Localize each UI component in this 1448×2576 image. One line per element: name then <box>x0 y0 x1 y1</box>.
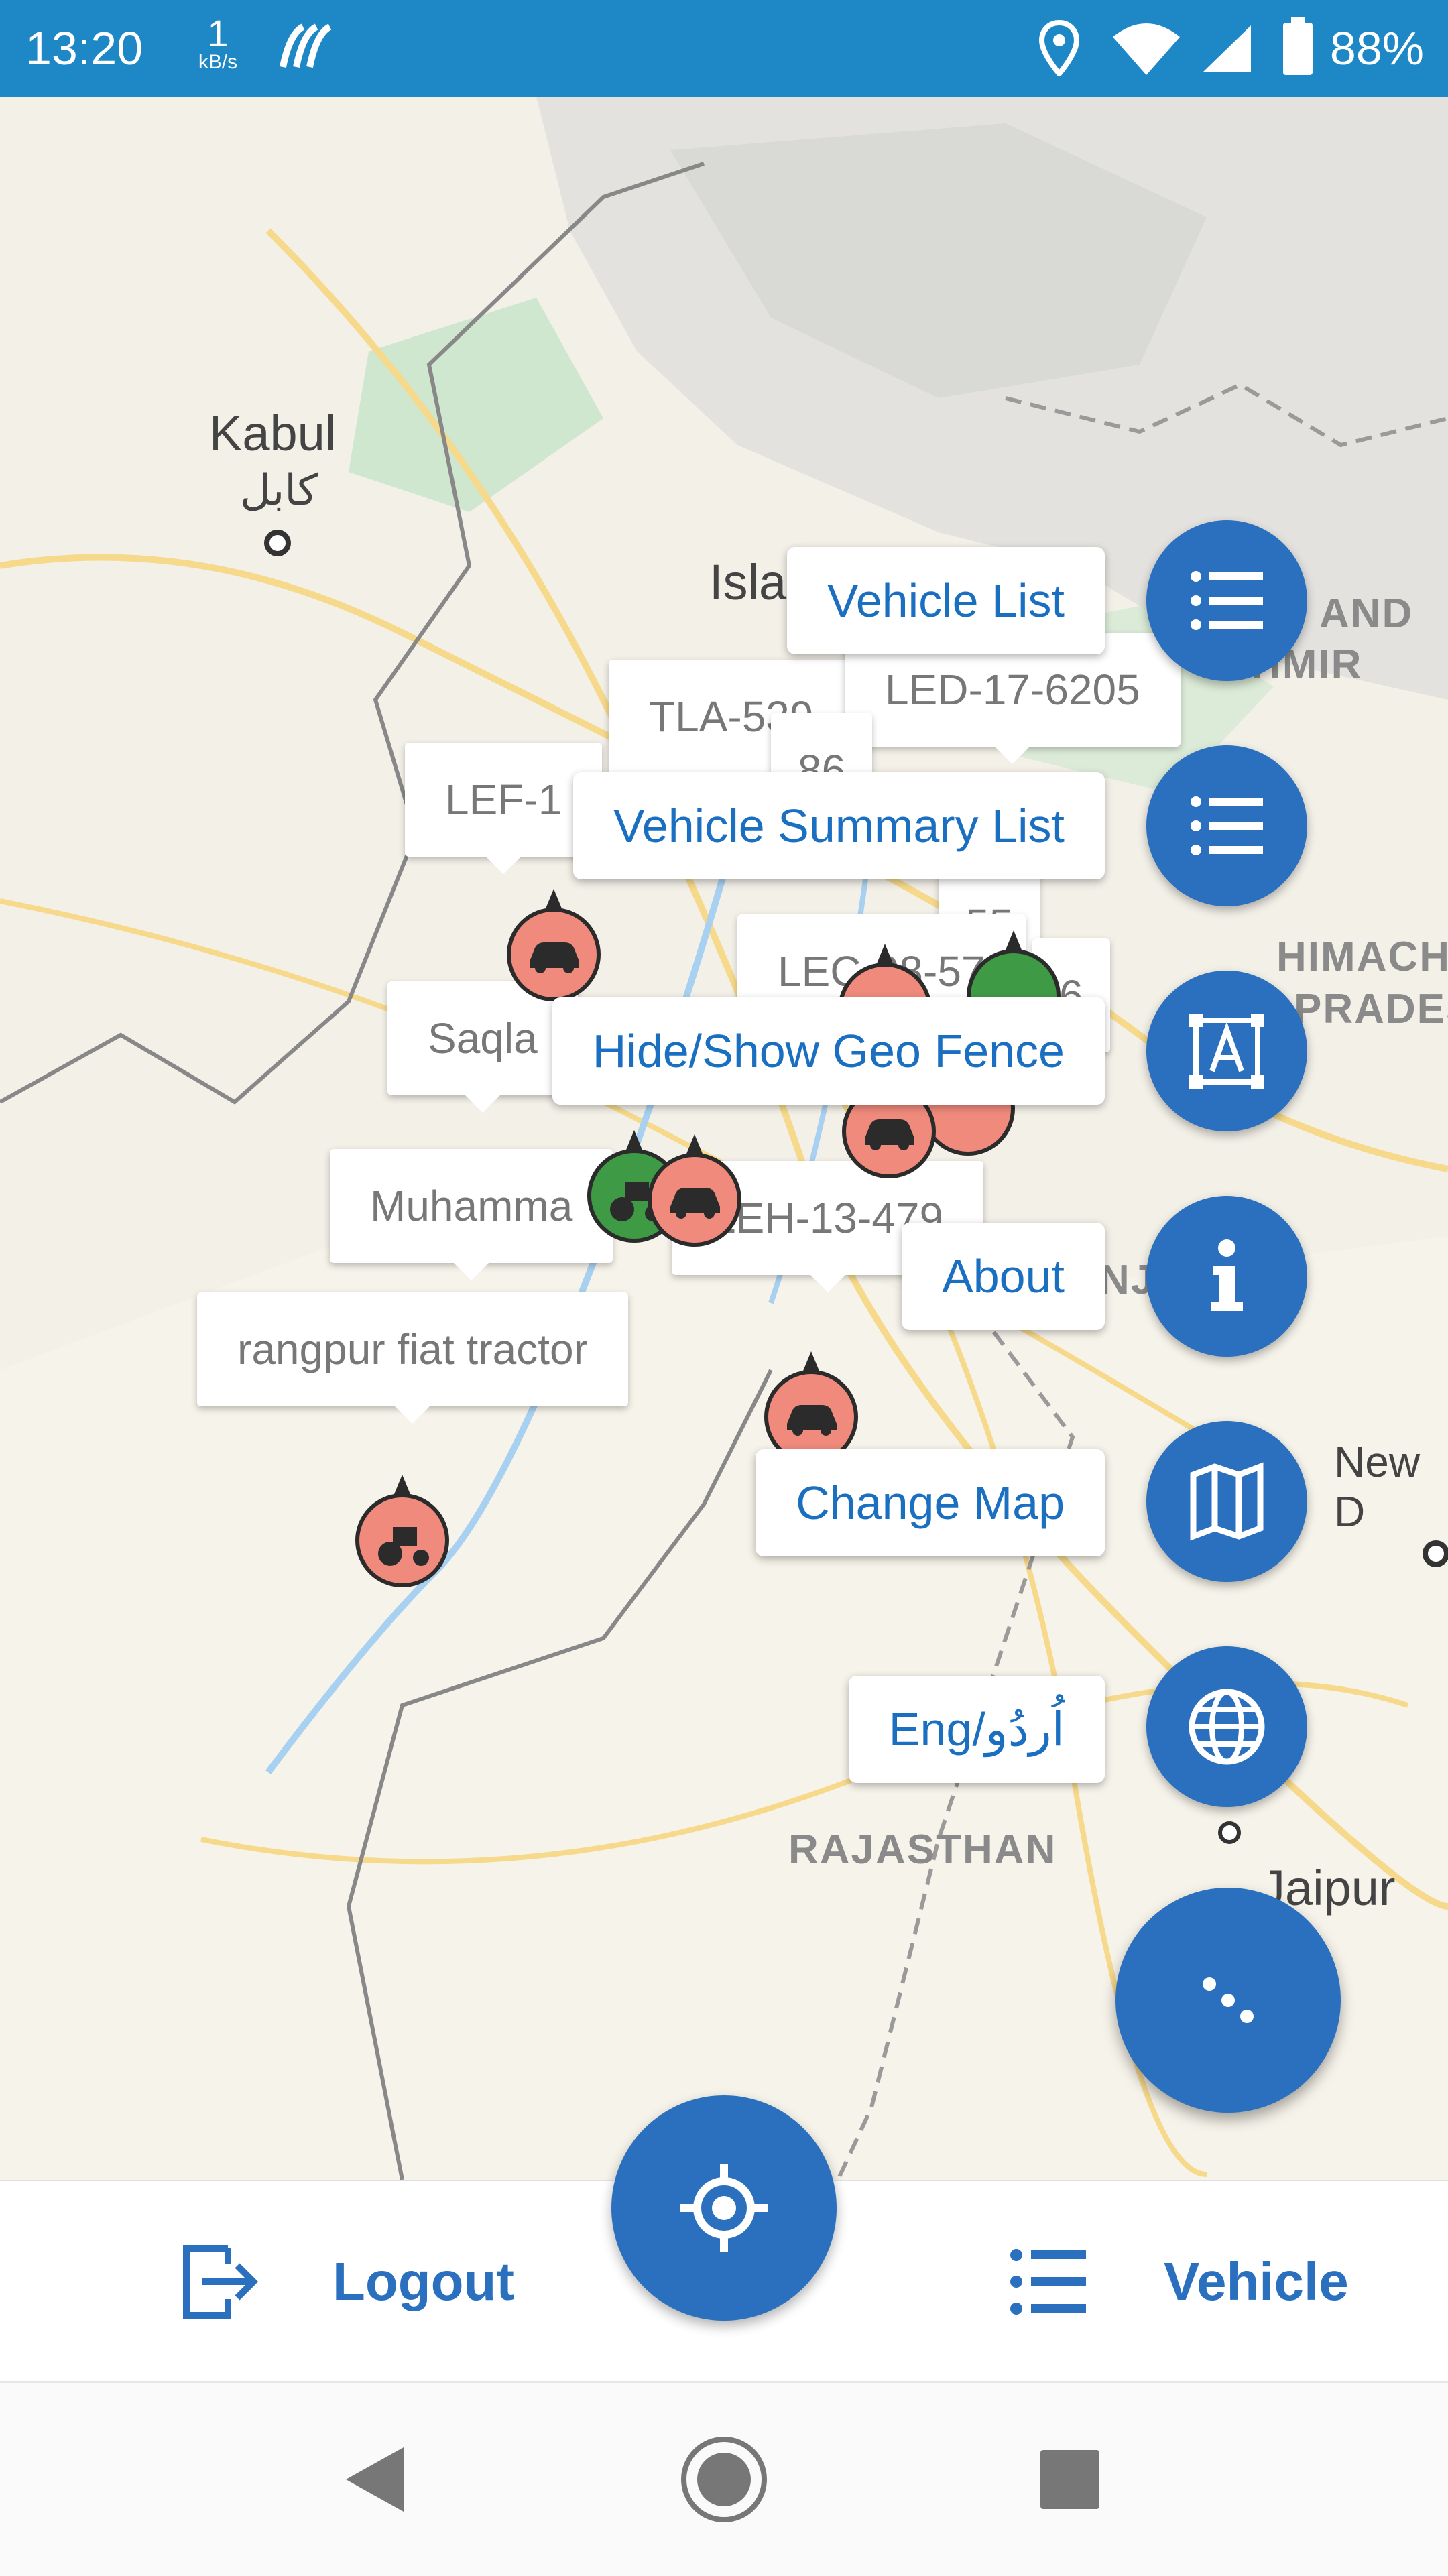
my-location-button[interactable] <box>611 2095 837 2321</box>
cell-signal-icon <box>1203 25 1251 72</box>
vehicle-list-icon[interactable] <box>1008 2243 1089 2321</box>
status-time: 13:20 <box>25 22 143 74</box>
region-label-rajasthan: RAJASTHAN <box>788 1827 1057 1873</box>
change-map-button[interactable] <box>1146 1421 1307 1582</box>
location-icon <box>1039 20 1079 76</box>
vehicle-list-button[interactable] <box>1146 520 1307 681</box>
vehicle-list-label[interactable]: Vehicle List <box>786 547 1105 654</box>
battery-level: 88% <box>1329 22 1424 74</box>
map-icon <box>1190 1462 1264 1541</box>
tractor-marker[interactable] <box>355 1475 449 1587</box>
car-icon <box>530 942 579 973</box>
vehicle-callout[interactable]: Muhamma <box>330 1149 613 1280</box>
network-speed-unit: kB/s <box>198 51 238 73</box>
info-icon <box>1211 1239 1243 1311</box>
language-button[interactable] <box>1146 1646 1307 1807</box>
list-icon <box>1191 796 1263 855</box>
city-label-new-delhi: New D <box>1334 1438 1421 1536</box>
logout-button[interactable]: Logout <box>333 2251 514 2313</box>
region-label-prades: PRADES <box>1294 986 1448 1032</box>
vehicle-button[interactable]: Vehicle <box>1164 2251 1349 2313</box>
vehicle-summary-list-label[interactable]: Vehicle Summary List <box>572 772 1105 879</box>
vehicle-callout[interactable]: rangpur fiat tractor <box>197 1292 628 1424</box>
car-marker[interactable] <box>507 889 601 1001</box>
car-icon <box>670 1188 720 1219</box>
logout-icon[interactable] <box>181 2243 259 2321</box>
network-speed: 1 kB/s <box>191 15 245 72</box>
wifi-icon <box>1113 23 1180 75</box>
city-label-kabul-local: كابل <box>240 466 318 514</box>
vehicle-summary-list-button[interactable] <box>1146 745 1307 906</box>
battery-icon <box>1283 17 1313 75</box>
tractor-icon <box>378 1527 429 1566</box>
network-speed-value: 1 <box>207 12 229 54</box>
language-label[interactable]: Eng/اُردُو <box>848 1676 1105 1783</box>
system-navigation-bar <box>0 2381 1448 2576</box>
city-label-islamabad: Isla <box>709 554 787 610</box>
geo-fence-label[interactable]: Hide/Show Geo Fence <box>552 997 1105 1105</box>
car-marker[interactable] <box>648 1134 741 1247</box>
collapse-icon <box>1203 1977 1254 2023</box>
about-label[interactable]: About <box>902 1223 1105 1330</box>
geo-fence-button[interactable] <box>1146 971 1307 1131</box>
fab-menu-toggle[interactable] <box>1115 1888 1341 2113</box>
back-icon[interactable] <box>342 2445 406 2514</box>
status-bar: 13:20 1 kB/s 88% <box>0 0 1448 97</box>
change-map-label[interactable]: Change Map <box>756 1449 1105 1556</box>
about-button[interactable] <box>1146 1196 1307 1357</box>
globe-icon <box>1189 1689 1265 1765</box>
geo-fence-icon <box>1189 1014 1264 1089</box>
list-icon <box>1191 571 1263 630</box>
car-icon <box>865 1119 914 1150</box>
crosshair-icon <box>680 2164 768 2252</box>
recents-icon[interactable] <box>1039 2449 1101 2510</box>
city-label-kabul: Kabul <box>209 406 337 461</box>
region-label-and: AND <box>1319 591 1414 637</box>
car-icon <box>787 1405 837 1436</box>
map-view[interactable]: Kabul كابل Isla New D Jaipur AND HMIR HI… <box>0 97 1448 2180</box>
region-label-himach: HIMACH <box>1276 934 1448 980</box>
app-notification-icon <box>280 23 332 68</box>
home-icon[interactable] <box>678 2434 770 2525</box>
